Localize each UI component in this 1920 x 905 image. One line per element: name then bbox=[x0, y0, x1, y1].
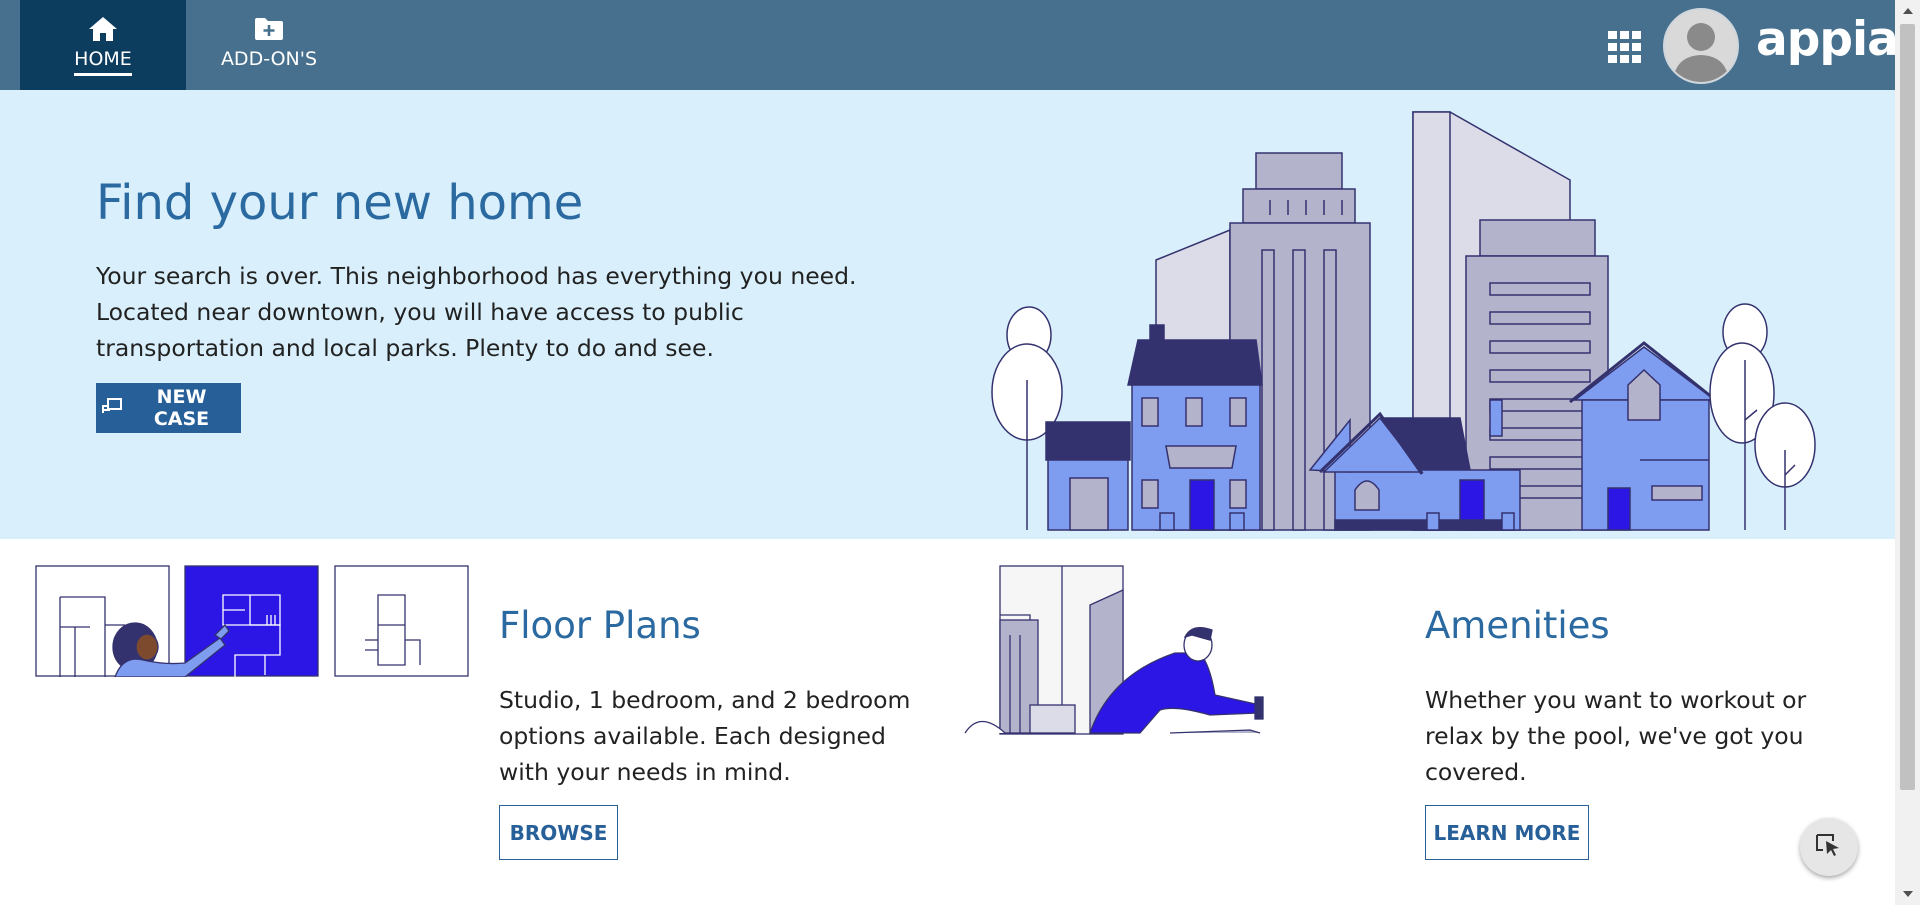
scroll-down-arrow-icon[interactable] bbox=[1895, 883, 1920, 905]
floor-plans-description: Studio, 1 bedroom, and 2 bedroom options… bbox=[499, 686, 911, 786]
cursor-pointer-icon bbox=[1815, 832, 1843, 862]
amenities-description: Whether you want to workout or relax by … bbox=[1425, 686, 1807, 786]
city-skyline-illustration bbox=[991, 111, 1816, 531]
floor-plans-illustration bbox=[35, 565, 469, 677]
folder-plus-icon bbox=[254, 14, 284, 44]
hero-description: Your search is over. This neighborhood h… bbox=[96, 262, 857, 362]
scroll-up-arrow-icon[interactable] bbox=[1895, 0, 1920, 22]
tab-add-ons[interactable]: ADD-ON'S bbox=[186, 0, 352, 90]
top-navigation-bar: HOME ADD-ON'S appian bbox=[0, 0, 1920, 90]
tab-home-label: HOME bbox=[74, 48, 132, 76]
floor-plans-title: Floor Plans bbox=[499, 604, 701, 647]
vertical-scrollbar[interactable] bbox=[1895, 0, 1920, 905]
cursor-select-button[interactable] bbox=[1800, 818, 1858, 876]
user-avatar[interactable] bbox=[1663, 8, 1739, 84]
grid-icon[interactable] bbox=[1607, 30, 1643, 64]
learn-more-button[interactable]: LEARN MORE bbox=[1425, 805, 1589, 860]
new-case-label: NEW CASE bbox=[153, 386, 210, 430]
tab-home[interactable]: HOME bbox=[20, 0, 186, 90]
scrollbar-thumb[interactable] bbox=[1900, 24, 1915, 790]
new-case-icon bbox=[102, 397, 122, 419]
home-icon bbox=[88, 14, 118, 44]
new-case-button[interactable]: NEW CASE bbox=[96, 383, 241, 433]
tab-add-ons-label: ADD-ON'S bbox=[220, 48, 318, 70]
hero-banner: Find your new home Your search is over. … bbox=[0, 90, 1895, 539]
amenities-title: Amenities bbox=[1425, 604, 1610, 647]
browse-button[interactable]: BROWSE bbox=[499, 805, 618, 860]
hero-title: Find your new home bbox=[96, 175, 584, 231]
amenities-illustration bbox=[964, 565, 1264, 735]
